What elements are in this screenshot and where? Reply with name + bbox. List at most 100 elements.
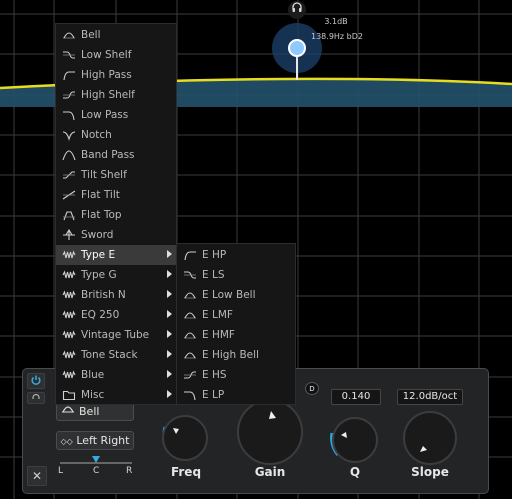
pan-indicator <box>92 456 100 463</box>
type-e-submenu-item-label: E HMF <box>202 329 235 341</box>
filter-menu-item-label: Low Shelf <box>81 49 132 61</box>
filter-menu-item[interactable]: Vintage Tube <box>56 325 176 345</box>
dynamic-eq-button[interactable]: D <box>305 382 319 395</box>
bell-shape-icon <box>182 349 198 361</box>
filter-menu-item[interactable]: Flat Top <box>56 205 176 225</box>
submenu-arrow-icon <box>167 390 172 398</box>
submenu-arrow-icon <box>167 350 172 358</box>
filter-menu-item-label: Flat Tilt <box>81 189 120 201</box>
type-e-submenu: E HP E LS E Low Bell E LMF E HMF E High Bell E… <box>176 243 296 405</box>
filter-menu-item-label: Vintage Tube <box>81 329 150 341</box>
analog-wave-icon <box>61 249 77 261</box>
filter-menu-item[interactable]: Band Pass <box>56 145 176 165</box>
high-shelf-shape-icon <box>182 369 198 381</box>
folder-icon <box>61 389 77 401</box>
filter-menu-item[interactable]: Notch <box>56 125 176 145</box>
filter-menu-item-label: Low Pass <box>81 109 129 121</box>
band-node[interactable] <box>288 39 306 57</box>
node-gain-tooltip: 3.1dB <box>324 17 348 26</box>
filter-type-menu: Bell Low Shelf High Pass High Shelf Low Pass… <box>55 23 177 405</box>
filter-menu-item-label: Tilt Shelf <box>81 169 127 181</box>
flat-top-shape-icon <box>61 209 77 221</box>
filter-menu-item[interactable]: EQ 250 <box>56 305 176 325</box>
filter-menu-item[interactable]: Blue <box>56 365 176 385</box>
bell-shape-icon <box>182 289 198 301</box>
type-e-submenu-item[interactable]: E LP <box>177 385 295 405</box>
submenu-arrow-icon <box>167 330 172 338</box>
analog-wave-icon <box>61 369 77 381</box>
analog-wave-icon <box>61 289 77 301</box>
low-pass-shape-icon <box>61 109 77 121</box>
filter-menu-item-label: EQ 250 <box>81 309 120 321</box>
filter-menu-item[interactable]: Flat Tilt <box>56 185 176 205</box>
tilt-shelf-shape-icon <box>61 169 77 181</box>
low-shelf-shape-icon <box>182 269 198 281</box>
gain-label: Gain <box>254 465 286 479</box>
q-label: Q <box>349 465 361 479</box>
filter-menu-item-label: High Shelf <box>81 89 135 101</box>
analog-wave-icon <box>61 269 77 281</box>
type-e-submenu-item[interactable]: E LMF <box>177 305 295 325</box>
submenu-arrow-icon <box>167 310 172 318</box>
type-e-submenu-item[interactable]: E HP <box>177 245 295 265</box>
high-pass-shape-icon <box>182 249 198 261</box>
filter-menu-item[interactable]: Misc <box>56 385 176 405</box>
filter-menu-item-label: Type G <box>81 269 117 281</box>
filter-menu-item-label: Bell <box>81 29 101 41</box>
band-power-button[interactable] <box>27 373 45 389</box>
bell-shape-icon <box>61 403 79 421</box>
solo-headphone-icon[interactable] <box>288 1 306 19</box>
stereo-mode-button[interactable]: ◇◇ Left Right <box>56 431 134 450</box>
low-shelf-shape-icon <box>61 49 77 61</box>
filter-menu-item-label: High Pass <box>81 69 132 81</box>
type-e-submenu-item[interactable]: E High Bell <box>177 345 295 365</box>
high-pass-shape-icon <box>61 69 77 81</box>
filter-menu-item-label: Flat Top <box>81 209 122 221</box>
close-icon: ✕ <box>31 469 43 483</box>
type-e-submenu-item[interactable]: E Low Bell <box>177 285 295 305</box>
notch-shape-icon <box>61 129 77 141</box>
node-freq-tooltip: 138.9Hz bD2 <box>311 32 363 41</box>
filter-menu-item[interactable]: Low Shelf <box>56 45 176 65</box>
filter-menu-item-label: Notch <box>81 129 112 141</box>
headphone-icon <box>32 394 40 399</box>
filter-type-label: Bell <box>79 405 100 418</box>
close-band-button[interactable]: ✕ <box>27 466 47 486</box>
pan-slider[interactable]: L C R <box>56 456 136 478</box>
slope-value-field[interactable]: 12.0dB/oct <box>397 389 463 405</box>
type-e-submenu-item-label: E High Bell <box>202 349 259 361</box>
filter-menu-item[interactable]: Tone Stack <box>56 345 176 365</box>
filter-menu-item-label: British N <box>81 289 126 301</box>
pan-right-label: R <box>126 466 133 476</box>
band-solo-button[interactable] <box>27 392 45 404</box>
type-e-submenu-item-label: E Low Bell <box>202 289 256 301</box>
filter-menu-item[interactable]: Sword <box>56 225 176 245</box>
q-value-field[interactable]: 0.140 <box>331 389 381 405</box>
filter-menu-item[interactable]: Bell <box>56 25 176 45</box>
type-e-submenu-item-label: E HS <box>202 369 227 381</box>
filter-menu-item-label: Type E <box>81 249 116 261</box>
analog-wave-icon <box>61 349 77 361</box>
type-e-submenu-item[interactable]: E LS <box>177 265 295 285</box>
submenu-arrow-icon <box>167 270 172 278</box>
filter-menu-item[interactable]: British N <box>56 285 176 305</box>
type-e-submenu-item-label: E HP <box>202 249 227 261</box>
submenu-arrow-icon <box>167 370 172 378</box>
flat-tilt-shape-icon <box>61 189 77 201</box>
type-e-submenu-item[interactable]: E HMF <box>177 325 295 345</box>
type-e-submenu-item-label: E LS <box>202 269 225 281</box>
type-e-submenu-item[interactable]: E HS <box>177 365 295 385</box>
filter-menu-item[interactable]: High Pass <box>56 65 176 85</box>
slope-label: Slope <box>411 465 449 479</box>
filter-menu-item[interactable]: Low Pass <box>56 105 176 125</box>
filter-menu-item[interactable]: High Shelf <box>56 85 176 105</box>
bell-shape-icon <box>182 329 198 341</box>
filter-menu-item-label: Misc <box>81 389 105 401</box>
filter-menu-item-label: Band Pass <box>81 149 135 161</box>
filter-menu-item[interactable]: Type E <box>56 245 176 265</box>
filter-menu-item[interactable]: Type G <box>56 265 176 285</box>
bell-shape-icon <box>61 29 77 41</box>
analog-wave-icon <box>61 309 77 321</box>
sword-shape-icon <box>61 229 77 241</box>
filter-menu-item[interactable]: Tilt Shelf <box>56 165 176 185</box>
